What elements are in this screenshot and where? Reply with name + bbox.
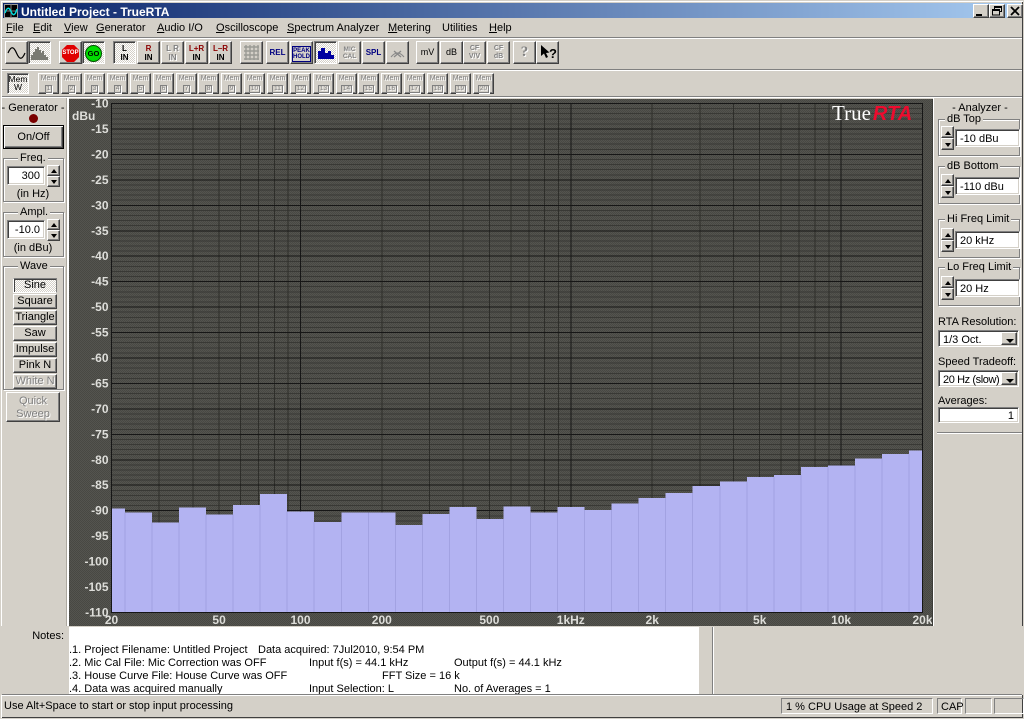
- svg-text:-35: -35: [91, 224, 109, 238]
- svg-text:-70: -70: [91, 402, 109, 416]
- svg-text:-40: -40: [91, 249, 109, 263]
- svg-text:-50: -50: [91, 300, 109, 314]
- svg-text:2k: 2k: [646, 613, 660, 626]
- svg-text:-100: -100: [84, 555, 108, 569]
- svg-text:200: 200: [372, 613, 392, 626]
- svg-text:-30: -30: [91, 198, 109, 212]
- svg-text:-55: -55: [91, 326, 109, 340]
- svg-text:-25: -25: [91, 173, 109, 187]
- svg-text:20: 20: [105, 613, 119, 626]
- svg-text:-45: -45: [91, 275, 109, 289]
- svg-text:-105: -105: [84, 580, 108, 594]
- svg-text:-15: -15: [91, 122, 109, 136]
- svg-text:-90: -90: [91, 504, 109, 518]
- svg-text:-75: -75: [91, 427, 109, 441]
- svg-text:100: 100: [290, 613, 310, 626]
- svg-text:50: 50: [212, 613, 226, 626]
- svg-text:-60: -60: [91, 351, 109, 365]
- svg-text:?: ?: [549, 46, 557, 61]
- svg-text:5k: 5k: [753, 613, 767, 626]
- svg-text:10k: 10k: [831, 613, 851, 626]
- svg-text:-85: -85: [91, 478, 109, 492]
- svg-text:20k: 20k: [912, 613, 932, 626]
- svg-text:-20: -20: [91, 147, 109, 161]
- svg-text:-65: -65: [91, 376, 109, 390]
- svg-text:-80: -80: [91, 453, 109, 467]
- svg-text:1kHz: 1kHz: [557, 613, 585, 626]
- svg-text:dBu: dBu: [72, 109, 95, 123]
- svg-text:500: 500: [479, 613, 499, 626]
- svg-text:-95: -95: [91, 529, 109, 543]
